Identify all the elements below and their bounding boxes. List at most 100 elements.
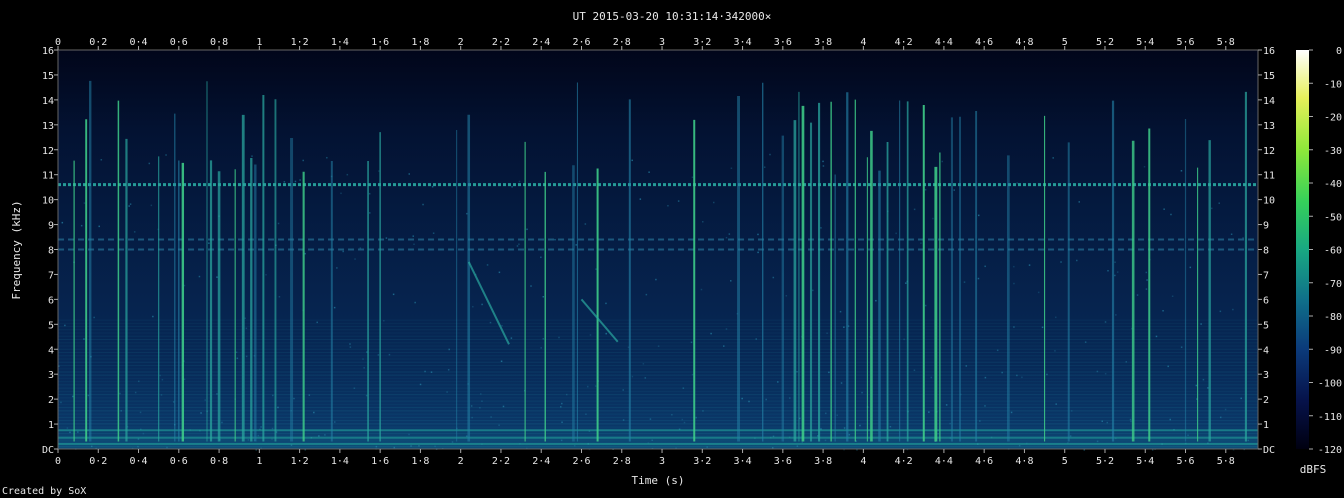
x-tick-label-bottom: 1·2 (291, 456, 309, 467)
noise-speck (1114, 274, 1116, 277)
y-axis-label: Frequency (kHz) (10, 200, 23, 299)
noise-speck (1125, 361, 1128, 363)
x-tick-label-top: 3 (659, 37, 665, 48)
noise-speck (277, 222, 280, 225)
noise-speck (1218, 202, 1220, 204)
noise-speck (801, 441, 804, 444)
noise-speck (479, 407, 481, 409)
y-axis-left: DC12345678910111213141516 (42, 46, 58, 456)
noise-speck (353, 387, 356, 389)
noise-speck (1046, 373, 1048, 376)
noise-speck (98, 225, 100, 228)
noise-speck (369, 212, 371, 214)
noise-speck (631, 375, 634, 378)
noise-speck (152, 315, 154, 318)
noise-speck (277, 406, 279, 409)
noise-speck (278, 295, 281, 298)
colorbar-tick-label: -120 (1318, 445, 1342, 456)
noise-speck (843, 326, 845, 328)
noise-speck (448, 348, 450, 351)
x-tick-label-top: 1 (256, 37, 262, 48)
noise-speck (128, 205, 130, 207)
noise-speck (859, 424, 861, 427)
spectrogram-chart: UT 2015-03-20 10:31:14·342000× 0 0·2 0·4 0·… (2, 10, 1342, 497)
noise-speck (393, 446, 396, 449)
noise-speck (349, 346, 352, 348)
noise-speck (408, 433, 410, 436)
noise-speck (651, 439, 653, 442)
noise-speck (159, 374, 161, 377)
noise-speck (913, 208, 916, 211)
x-tick-label-bottom: 5 (1062, 456, 1068, 467)
noise-speck (1195, 384, 1198, 387)
colorbar-tick-label: -50 (1324, 212, 1342, 223)
y-tick-label-right: 10 (1263, 196, 1275, 207)
noise-speck (1143, 166, 1146, 168)
noise-speck (700, 288, 703, 291)
noise-speck (466, 212, 468, 215)
x-tick-label-top: 1·6 (371, 37, 389, 48)
noise-speck (1219, 310, 1222, 313)
noise-speck (1171, 295, 1174, 298)
noise-speck (316, 321, 318, 324)
noise-speck (712, 201, 715, 204)
y-tick-label-left: 3 (48, 370, 54, 381)
noise-speck (777, 381, 779, 383)
y-tick-label-left: 2 (48, 395, 54, 406)
noise-speck (683, 421, 686, 424)
x-tick-label-bottom: 5·8 (1217, 456, 1235, 467)
noise-speck (963, 281, 966, 283)
noise-speck (1155, 335, 1158, 338)
noise-speck (710, 332, 712, 335)
y-tick-label-right: 2 (1263, 395, 1269, 406)
noise-speck (558, 336, 560, 339)
noise-speck (1146, 279, 1148, 281)
noise-speck (645, 293, 648, 296)
noise-speck (1041, 326, 1044, 329)
noise-speck (1136, 294, 1139, 296)
noise-speck (1104, 321, 1107, 323)
footer-credit: Created by SoX (2, 486, 86, 497)
noise-speck (378, 170, 380, 172)
colorbar-tick-label: -60 (1324, 246, 1342, 257)
noise-speck (1187, 434, 1189, 436)
noise-speck (430, 371, 433, 373)
colorbar-tick-label: -30 (1324, 146, 1342, 157)
noise-speck (526, 228, 528, 231)
noise-speck (1116, 271, 1119, 273)
y-tick-label-right: 4 (1263, 345, 1269, 356)
x-tick-label-top: 1·2 (291, 37, 309, 48)
noise-speck (1037, 291, 1040, 294)
noise-speck (271, 427, 274, 430)
noise-speck (516, 245, 519, 247)
x-tick-label-bottom: 2·6 (572, 456, 590, 467)
x-tick-label-bottom: 3·6 (774, 456, 792, 467)
noise-speck (848, 433, 851, 436)
noise-speck (1200, 323, 1202, 325)
noise-speck (945, 404, 948, 406)
noise-speck (977, 277, 980, 280)
noise-speck (419, 383, 422, 386)
x-tick-label-bottom: 3·8 (814, 456, 832, 467)
noise-speck (498, 271, 501, 274)
noise-speck (725, 236, 728, 239)
noise-speck (66, 427, 69, 429)
x-tick-label-top: 5·4 (1136, 37, 1154, 48)
y-tick-label-left: 9 (48, 221, 54, 232)
noise-speck (71, 395, 74, 398)
noise-speck (765, 398, 767, 401)
noise-speck (299, 179, 301, 181)
noise-speck (595, 268, 597, 270)
colorbar-ticks: 0 -10 -20 -30 -40 -50 -60 -70 -80 -90 -100 -110 -120 (1309, 46, 1342, 456)
noise-speck (1163, 208, 1165, 210)
noise-speck (139, 411, 142, 414)
noise-speck (769, 153, 771, 156)
noise-speck (313, 411, 315, 414)
noise-speck (100, 158, 103, 161)
noise-speck (501, 324, 503, 327)
colorbar-label: dBFS (1300, 463, 1327, 476)
x-tick-label-top: 3·4 (734, 37, 752, 48)
noise-speck (1010, 411, 1013, 414)
noise-speck (518, 180, 521, 183)
noise-speck (695, 416, 697, 419)
